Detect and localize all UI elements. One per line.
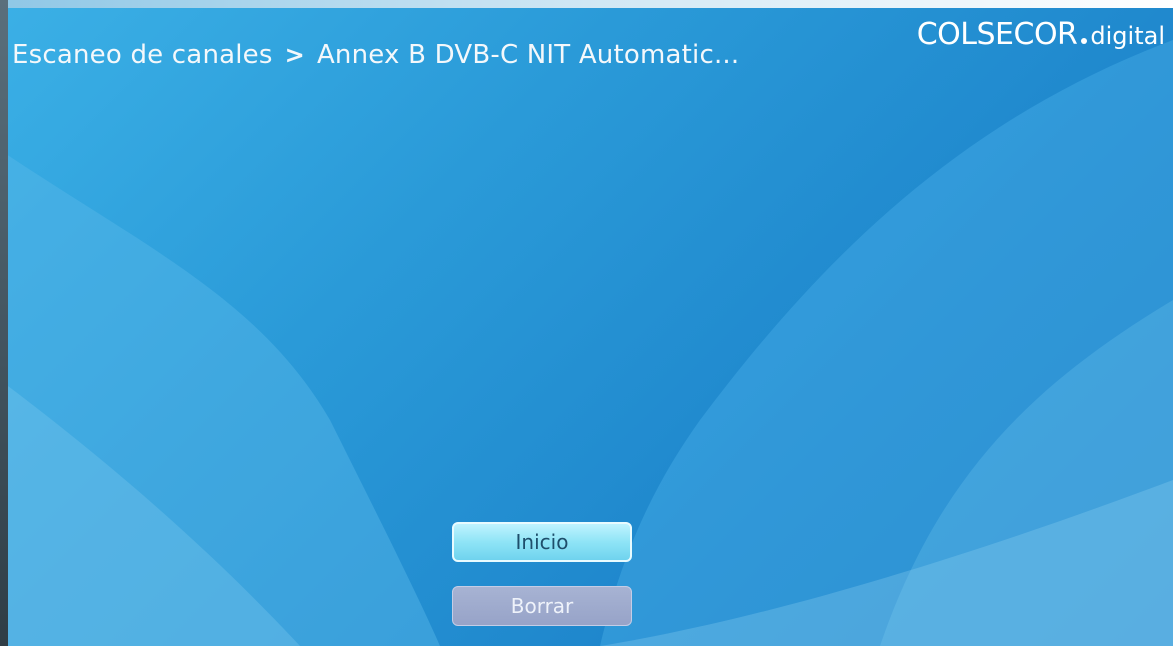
clear-button[interactable]: Borrar bbox=[452, 586, 632, 626]
light-sweep-bottom bbox=[600, 480, 1173, 646]
logo-brand: COLSECOR bbox=[916, 17, 1078, 52]
light-wave-right bbox=[600, 40, 1173, 646]
colsecor-logo: COLSECOR digital bbox=[917, 17, 1165, 52]
clear-button-label: Borrar bbox=[510, 594, 574, 618]
breadcrumb: Escaneo de canales > Annex B DVB-C NIT A… bbox=[12, 40, 739, 70]
tv-screen: Escaneo de canales > Annex B DVB-C NIT A… bbox=[0, 0, 1173, 646]
breadcrumb-section: Escaneo de canales bbox=[12, 40, 273, 70]
tv-frame-top bbox=[0, 0, 1173, 8]
breadcrumb-current: Annex B DVB-C NIT Automatic... bbox=[316, 40, 740, 70]
tv-frame-left bbox=[0, 0, 8, 646]
light-wave-right-inner bbox=[880, 300, 1173, 646]
light-wave-left bbox=[0, 150, 440, 646]
start-button-label: Inicio bbox=[515, 530, 569, 554]
logo-dot bbox=[1081, 38, 1088, 44]
start-button[interactable]: Inicio bbox=[452, 522, 632, 562]
logo-sub: digital bbox=[1090, 22, 1165, 50]
chevron-right-icon: > bbox=[284, 41, 305, 69]
light-wave-bottom-left bbox=[0, 380, 300, 646]
